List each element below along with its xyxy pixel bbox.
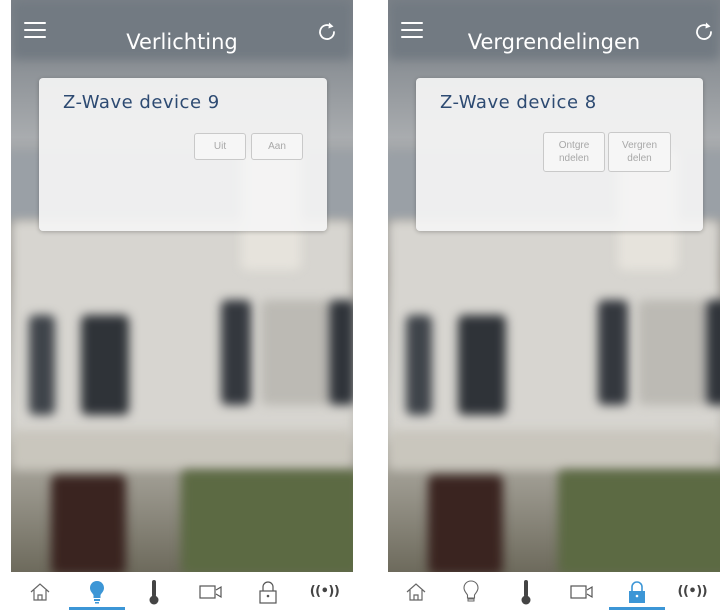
tab-lights[interactable] (443, 572, 498, 611)
refresh-icon[interactable] (692, 20, 716, 44)
lock-button[interactable]: Vergren delen (608, 132, 671, 172)
locks-screen: Vergrendelingen Z-Wave device 8 Ontgre n… (388, 0, 720, 611)
tab-locks[interactable] (608, 572, 665, 611)
bottom-tab-bar: ((•)) (11, 572, 353, 611)
tab-climate[interactable] (499, 572, 554, 611)
signal-icon: ((•)) (677, 584, 708, 599)
home-icon (406, 582, 426, 601)
tab-climate[interactable] (125, 572, 182, 611)
active-tab-indicator (608, 607, 665, 610)
thermometer-icon (521, 579, 531, 604)
tab-sensors[interactable]: ((•)) (665, 572, 720, 611)
tab-home[interactable] (388, 572, 443, 611)
on-button[interactable]: Aan (251, 133, 303, 160)
page-title: Vergrendelingen (467, 30, 641, 54)
active-tab-indicator (68, 607, 125, 610)
device-card: Z-Wave device 9 Uit Aan (39, 78, 327, 231)
camera-icon (198, 584, 222, 599)
lightbulb-icon (463, 579, 479, 601)
camera-icon (570, 584, 593, 599)
tab-sensors[interactable]: ((•)) (296, 572, 353, 611)
tab-home[interactable] (11, 572, 68, 611)
tab-locks[interactable] (239, 572, 296, 611)
device-name: Z-Wave device 9 (63, 92, 220, 113)
home-icon (30, 582, 49, 601)
top-bar: Vergrendelingen (388, 0, 720, 70)
lock-icon (628, 580, 645, 603)
bottom-tab-bar: ((•)) (388, 572, 720, 611)
tab-cameras[interactable] (554, 572, 609, 611)
page-title: Verlichting (126, 30, 238, 54)
top-bar: Verlichting (11, 0, 353, 70)
off-button[interactable]: Uit (194, 133, 246, 160)
lights-screen: Verlichting Z-Wave device 9 Uit Aan ((•)… (11, 0, 353, 611)
tab-cameras[interactable] (182, 572, 239, 611)
tab-lights[interactable] (68, 572, 125, 611)
lock-icon (258, 580, 277, 604)
device-name: Z-Wave device 8 (440, 92, 597, 113)
device-card: Z-Wave device 8 Ontgre ndelen Vergren de… (416, 78, 703, 231)
refresh-icon[interactable] (315, 20, 339, 44)
unlock-button[interactable]: Ontgre ndelen (543, 132, 605, 172)
thermometer-icon (149, 579, 158, 604)
signal-icon: ((•)) (309, 584, 340, 599)
lightbulb-icon (89, 580, 104, 603)
